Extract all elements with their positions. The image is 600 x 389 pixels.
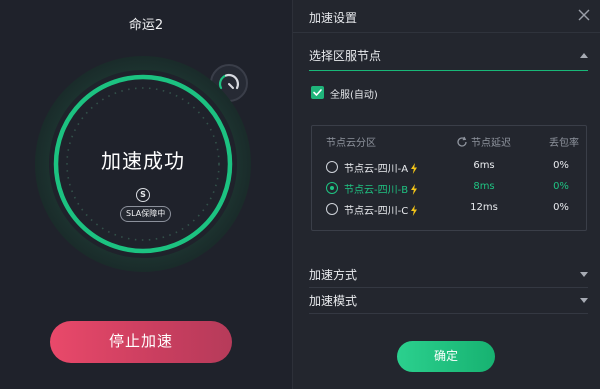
stop-acceleration-button[interactable]: 停止加速 xyxy=(50,321,232,363)
column-header-region: 节点云分区 xyxy=(326,138,376,149)
node-table: 节点云分区 节点延迟 丢包率 节点云-四川-A 6ms 0% 节点云-四川-B … xyxy=(311,125,587,231)
node-latency: 12ms xyxy=(470,202,498,213)
node-row[interactable]: 节点云-四川-A 6ms 0% xyxy=(312,157,586,177)
node-name: 节点云-四川-A xyxy=(344,164,409,175)
refresh-icon[interactable] xyxy=(456,136,468,148)
node-row[interactable]: 节点云-四川-B 8ms 0% xyxy=(312,178,586,198)
latency-header-label: 节点延迟 xyxy=(471,138,511,149)
accelerator-panel: 命运2 加速成功 S SLA保障中 停止加速 xyxy=(0,0,292,389)
method-section-label: 加速方式 xyxy=(309,268,358,282)
chevron-down-icon xyxy=(580,272,588,277)
node-loss: 0% xyxy=(553,181,569,192)
method-section-header[interactable]: 加速方式 xyxy=(309,266,588,288)
lightning-icon xyxy=(411,184,418,195)
settings-panel: 加速设置 选择区服节点 全服(自动) 节点云分区 节点延迟 丢包率 节点云-四川… xyxy=(292,0,600,389)
lightning-icon xyxy=(411,163,418,174)
radio-button[interactable] xyxy=(326,203,338,215)
divider xyxy=(293,32,600,33)
radio-button-selected[interactable] xyxy=(326,182,338,194)
checkbox-checked-icon xyxy=(311,86,324,99)
region-section-header[interactable]: 选择区服节点 xyxy=(309,47,588,69)
shield-icon: S xyxy=(136,188,150,202)
node-name: 节点云-四川-C xyxy=(344,206,409,217)
node-name: 节点云-四川-B xyxy=(344,185,409,196)
acceleration-status: 加速成功 xyxy=(101,149,185,173)
node-latency: 8ms xyxy=(473,181,495,192)
game-title: 命运2 xyxy=(128,18,164,33)
node-loss: 0% xyxy=(553,160,569,171)
divider xyxy=(309,287,588,288)
acceleration-status-ring: 加速成功 S SLA保障中 xyxy=(34,55,252,273)
radio-button[interactable] xyxy=(326,161,338,173)
mode-section-header[interactable]: 加速模式 xyxy=(309,292,588,314)
lightning-icon xyxy=(411,205,418,216)
mode-section-label: 加速模式 xyxy=(309,294,358,308)
close-icon[interactable] xyxy=(576,7,592,23)
column-header-loss: 丢包率 xyxy=(549,138,579,149)
node-latency: 6ms xyxy=(473,160,495,171)
confirm-button[interactable]: 确定 xyxy=(397,341,495,372)
region-section-label: 选择区服节点 xyxy=(309,49,382,63)
chevron-up-icon xyxy=(580,53,588,58)
chevron-down-icon xyxy=(580,298,588,303)
divider xyxy=(309,313,588,314)
node-loss: 0% xyxy=(553,202,569,213)
active-section-underline xyxy=(309,70,588,71)
all-regions-label: 全服(自动) xyxy=(330,90,378,101)
sla-badge: SLA保障中 xyxy=(120,206,172,222)
node-row[interactable]: 节点云-四川-C 12ms 0% xyxy=(312,199,586,219)
column-header-latency[interactable]: 节点延迟 xyxy=(456,134,511,149)
panel-title: 加速设置 xyxy=(309,11,358,25)
